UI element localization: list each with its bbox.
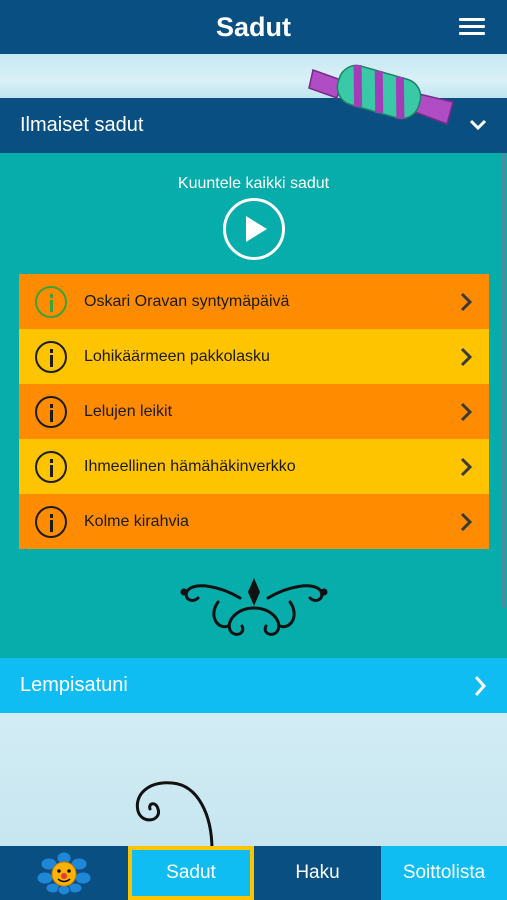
chevron-right-icon	[460, 512, 473, 532]
favourites-label: Lempisatuni	[20, 674, 128, 696]
lower-background	[0, 713, 507, 846]
chevron-right-icon	[474, 676, 487, 696]
bottom-nav: Sadut Haku Soittolista	[0, 846, 507, 900]
listen-all-label: Kuuntele kaikki sadut	[177, 175, 330, 192]
ornament-flourish-icon	[180, 578, 328, 636]
nav-tab-sadut-label: Sadut	[132, 850, 250, 896]
free-stories-label: Ilmaiset sadut	[20, 114, 144, 136]
nav-tab-haku[interactable]: Haku	[254, 846, 381, 900]
play-icon	[246, 216, 267, 242]
info-icon[interactable]	[35, 286, 67, 318]
candy-decoration-icon	[308, 64, 454, 125]
story-title: Kolme kirahvia	[84, 512, 189, 530]
story-item[interactable]: Oskari Oravan syntymäpäivä	[19, 274, 489, 329]
page-title: Sadut	[215, 11, 291, 42]
free-stories-panel: Kuuntele kaikki sadut Oskari Oravan synt…	[0, 153, 507, 658]
story-item[interactable]: Lelujen leikit	[19, 384, 489, 439]
info-icon[interactable]	[35, 396, 67, 428]
hamburger-menu-icon[interactable]	[459, 18, 485, 38]
story-item[interactable]: Lohikäärmeen pakkolasku	[19, 329, 489, 384]
chevron-right-icon	[460, 402, 473, 422]
nav-tab-soittolista[interactable]: Soittolista	[381, 846, 507, 900]
info-icon[interactable]	[35, 506, 67, 538]
chevron-down-icon	[469, 119, 487, 131]
info-icon[interactable]	[35, 451, 67, 483]
flower-logo-icon	[36, 851, 92, 895]
story-title: Ihmeellinen hämähäkinverkko	[84, 457, 296, 475]
nav-home-logo[interactable]	[0, 846, 128, 900]
info-icon[interactable]	[35, 341, 67, 373]
favourites-bar[interactable]: Lempisatuni	[0, 658, 507, 713]
play-all-button[interactable]	[223, 198, 285, 260]
top-bar: Sadut	[0, 0, 507, 54]
story-title: Oskari Oravan syntymäpäivä	[84, 292, 290, 310]
curl-decoration-icon	[135, 781, 214, 850]
story-item[interactable]: Kolme kirahvia	[19, 494, 489, 549]
chevron-right-icon	[460, 292, 473, 312]
chevron-right-icon	[460, 457, 473, 477]
chevron-right-icon	[460, 347, 473, 367]
story-title: Lohikäärmeen pakkolasku	[84, 347, 270, 365]
scrollbar[interactable]	[501, 153, 505, 608]
nav-tab-sadut[interactable]: Sadut	[128, 846, 254, 900]
story-title: Lelujen leikit	[84, 402, 173, 420]
story-list: Oskari Oravan syntymäpäivä Lohikäärmeen …	[19, 274, 489, 549]
story-item[interactable]: Ihmeellinen hämähäkinverkko	[19, 439, 489, 494]
